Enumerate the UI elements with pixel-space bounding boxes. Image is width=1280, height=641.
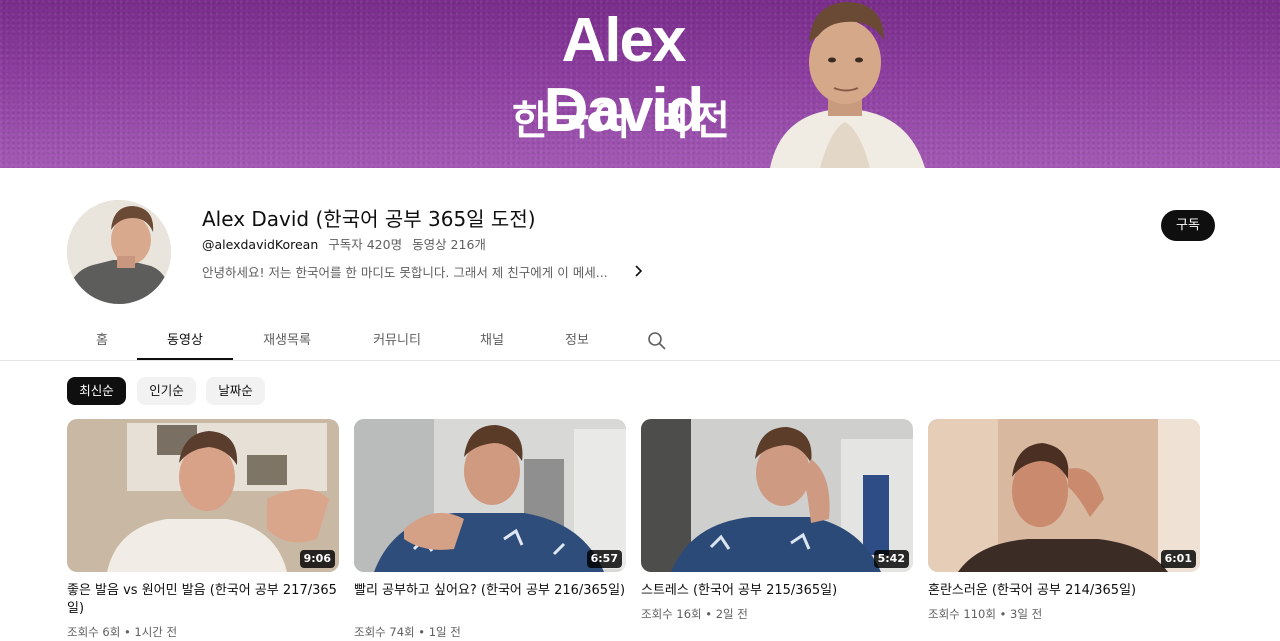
banner-subtitle: 한국어 버전	[512, 98, 734, 144]
banner-person-image	[770, 2, 925, 168]
video-age: 2일 전	[715, 607, 748, 621]
channel-description[interactable]: 안녕하세요! 저는 한국어를 한 마디도 못합니다. 그래서 제 친구에게 이 …	[202, 262, 608, 281]
tab-home[interactable]: 홈	[67, 322, 137, 360]
video-count: 동영상 216개	[412, 237, 486, 252]
thumbnail-image	[67, 419, 339, 572]
video-meta: 조회수 6회 • 1시간 전	[67, 625, 178, 639]
tabs-divider	[0, 360, 1280, 361]
channel-tabs: 홈 동영상 재생목록 커뮤니티 채널 정보	[67, 322, 1280, 360]
avatar-image	[67, 200, 171, 304]
subscriber-count: 구독자 420명	[328, 237, 403, 252]
thumbnail-image	[928, 419, 1200, 572]
video-thumbnail[interactable]: 6:01	[928, 419, 1200, 572]
channel-meta: @alexdavidKorean 구독자 420명 동영상 216개	[202, 234, 492, 253]
chip-popular[interactable]: 인기순	[137, 377, 196, 405]
channel-name: Alex David (한국어 공부 365일 도전)	[202, 207, 536, 231]
video-title[interactable]: 좋은 발음 vs 원어민 발음 (한국어 공부 217/365일)	[67, 582, 339, 618]
thumbnail-image	[354, 419, 626, 572]
video-duration: 6:01	[1160, 550, 1196, 568]
tab-channels[interactable]: 채널	[462, 322, 522, 360]
video-thumbnail[interactable]: 6:57	[354, 419, 626, 572]
thumbnail-image	[641, 419, 913, 572]
video-age: 3일 전	[1010, 607, 1043, 621]
chip-date[interactable]: 날짜순	[206, 377, 265, 405]
video-views: 조회수 6회	[67, 625, 121, 639]
video-title[interactable]: 혼란스러운 (한국어 공부 214/365일)	[928, 582, 1200, 600]
video-duration: 6:57	[586, 550, 622, 568]
video-meta: 조회수 110회 • 3일 전	[928, 607, 1043, 621]
video-meta: 조회수 74회 • 1일 전	[354, 625, 461, 639]
chip-latest[interactable]: 최신순	[67, 377, 126, 405]
video-duration: 5:42	[873, 550, 909, 568]
channel-handle: @alexdavidKorean	[202, 237, 319, 252]
video-age: 1일 전	[428, 625, 461, 639]
tab-playlists[interactable]: 재생목록	[239, 322, 335, 360]
channel-avatar[interactable]	[67, 200, 171, 304]
subscribe-button[interactable]: 구독	[1161, 210, 1215, 241]
video-views: 조회수 110회	[928, 607, 996, 621]
video-duration: 9:06	[299, 550, 335, 568]
video-thumbnail[interactable]: 9:06	[67, 419, 339, 572]
video-thumbnail[interactable]: 5:42	[641, 419, 913, 572]
video-views: 조회수 74회	[354, 625, 415, 639]
tab-community[interactable]: 커뮤니티	[349, 322, 445, 360]
channel-banner: Alex David 한국어 버전	[0, 0, 1280, 168]
video-views: 조회수 16회	[641, 607, 702, 621]
video-title[interactable]: 스트레스 (한국어 공부 215/365일)	[641, 582, 913, 600]
video-title[interactable]: 빨리 공부하고 싶어요? (한국어 공부 216/365일)	[354, 582, 626, 600]
video-meta: 조회수 16회 • 2일 전	[641, 607, 748, 621]
search-icon[interactable]	[646, 330, 668, 352]
tab-about[interactable]: 정보	[547, 322, 607, 360]
chevron-right-icon[interactable]	[630, 263, 646, 279]
video-age: 1시간 전	[134, 625, 178, 639]
tab-videos[interactable]: 동영상	[137, 322, 233, 360]
